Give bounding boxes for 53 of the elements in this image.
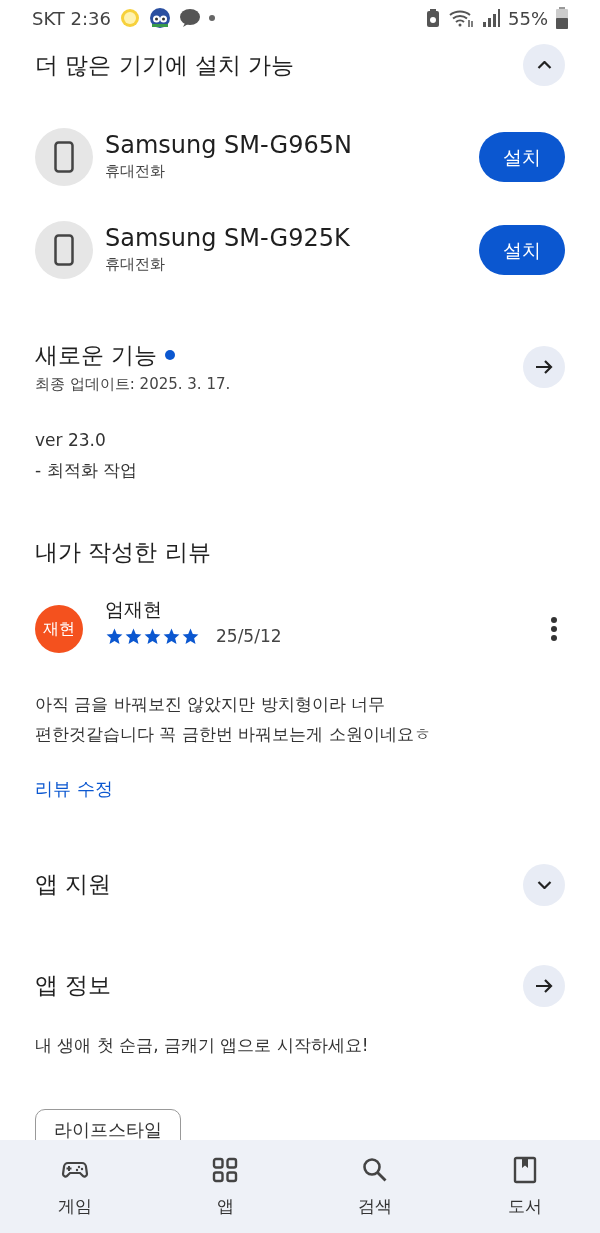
wifi-icon	[448, 8, 474, 28]
release-note: - 최적화 작업	[35, 458, 138, 482]
star-icon	[162, 626, 181, 646]
signal-icon	[482, 8, 500, 28]
more-icon	[550, 616, 558, 642]
battery-percent: 55%	[508, 6, 548, 31]
chevron-down-icon	[536, 880, 552, 889]
arrow-button[interactable]	[523, 964, 565, 1007]
nav-tab[interactable]: 앱	[150, 1140, 300, 1233]
section-title: 내가 작성한 리뷰	[35, 537, 212, 567]
section-title: 더 많은 기기에 설치 가능	[35, 50, 295, 80]
avatar: 재현	[35, 605, 83, 653]
nav-tab[interactable]: 게임	[0, 1140, 150, 1233]
edit-review-link[interactable]: 리뷰 수정	[35, 774, 113, 802]
owl-icon	[149, 7, 171, 29]
review-text: 아직 금을 바꿔보진 않았지만 방치형이라 너무 편한것같습니다 꼭 금한번 바꿔보는게 소원이네요ㅎ	[35, 693, 432, 746]
install-button[interactable]: 설치	[479, 225, 565, 275]
more-button[interactable]	[550, 616, 558, 642]
arrow-button[interactable]	[523, 345, 565, 388]
update-date: 최종 업데이트: 2025. 3. 17.	[35, 373, 231, 395]
battery-saver-icon	[426, 8, 440, 28]
reviewer-name: 엄재현	[105, 597, 163, 622]
search-icon	[361, 1156, 389, 1184]
chevron-up-icon	[536, 60, 552, 70]
review-date: 25/5/12	[216, 624, 282, 648]
new-dot	[165, 350, 176, 361]
book-icon	[511, 1156, 539, 1184]
chat-icon	[179, 8, 201, 28]
install-button[interactable]: 설치	[479, 132, 565, 182]
section-title: 앱 지원	[35, 870, 112, 900]
battery-icon	[556, 7, 568, 29]
section-title: 새로운 기능	[35, 341, 158, 370]
device-type: 휴대전화	[105, 161, 166, 183]
arrow-right-icon	[535, 359, 553, 374]
nav-tab[interactable]: 도서	[450, 1140, 600, 1233]
collapse-button[interactable]	[523, 44, 565, 86]
sun-icon	[119, 7, 141, 29]
device-type: 휴대전화	[105, 254, 166, 276]
nav-tab[interactable]: 검색	[300, 1140, 450, 1233]
star-icon	[181, 626, 200, 646]
dot-icon	[209, 15, 215, 21]
grid-icon	[211, 1156, 239, 1184]
star-icon	[124, 626, 143, 646]
app-description: 내 생애 첫 순금, 금캐기 앱으로 시작하세요!	[35, 1033, 370, 1057]
arrow-right-icon	[535, 978, 553, 993]
expand-button[interactable]	[523, 863, 565, 906]
star-icon	[105, 626, 124, 646]
device-name: Samsung SM-G965N	[105, 131, 353, 161]
release-note: ver 23.0	[35, 429, 107, 452]
status-time: SKT 2:36	[32, 6, 111, 31]
device-name: Samsung SM-G925K	[105, 224, 351, 254]
section-title: 앱 정보	[35, 971, 112, 1001]
star-icon	[143, 626, 162, 646]
